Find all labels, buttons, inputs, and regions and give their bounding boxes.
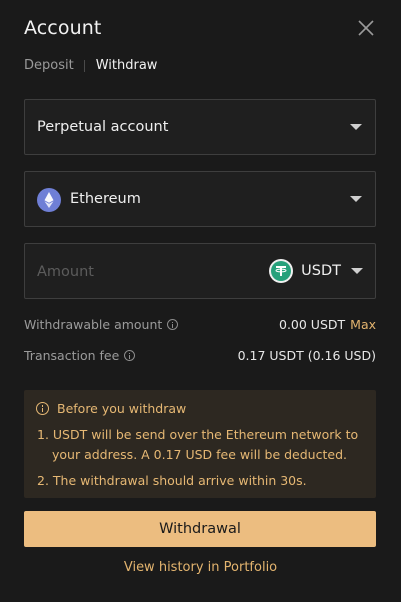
max-button[interactable]: Max	[350, 317, 376, 332]
token-label: USDT	[301, 263, 341, 279]
panel-title: Account	[24, 17, 102, 39]
notice-title: Before you withdraw	[57, 401, 187, 416]
token-select[interactable]: USDT	[269, 259, 363, 283]
amount-input[interactable]	[37, 261, 257, 283]
account-select[interactable]: Perpetual account	[24, 99, 376, 155]
withdrawal-button[interactable]: Withdrawal	[24, 511, 376, 547]
close-icon[interactable]	[354, 16, 378, 40]
withdrawable-label: Withdrawable amount	[24, 317, 163, 332]
tab-divider	[83, 59, 85, 72]
info-icon[interactable]	[167, 319, 179, 330]
withdrawable-value-wrap: 0.00 USDT Max	[279, 317, 376, 332]
network-select[interactable]: Ethereum	[24, 171, 376, 227]
tab-withdraw[interactable]: Withdraw	[96, 58, 158, 73]
withdraw-notice: Before you withdraw 1. USDT will be send…	[24, 390, 376, 498]
withdrawable-value: 0.00 USDT	[279, 317, 346, 332]
notice-line: 2. The withdrawal should arrive within 3…	[37, 473, 307, 488]
notice-header: Before you withdraw	[36, 401, 186, 416]
fee-value: 0.17 USDT (0.16 USD)	[237, 348, 376, 363]
amount-field[interactable]: USDT	[24, 243, 376, 299]
fee-row: Transaction fee 0.17 USDT (0.16 USD)	[24, 348, 376, 363]
account-select-value: Perpetual account	[37, 119, 169, 135]
chevron-down-icon	[350, 196, 362, 202]
network-select-value: Ethereum	[70, 191, 141, 207]
chevron-down-icon	[351, 268, 363, 274]
tab-bar: Deposit Withdraw	[24, 58, 157, 73]
usdt-icon	[269, 259, 294, 283]
chevron-down-icon	[350, 124, 362, 130]
withdrawable-row: Withdrawable amount 0.00 USDT Max	[24, 317, 376, 332]
view-history-link[interactable]: View history in Portfolio	[0, 560, 401, 575]
info-icon[interactable]	[124, 350, 136, 361]
withdraw-panel: Account Deposit Withdraw Perpetual accou…	[0, 0, 401, 602]
info-icon	[36, 402, 49, 415]
fee-label-wrap: Transaction fee	[24, 348, 136, 363]
notice-line: 1. USDT will be send over the Ethereum n…	[37, 427, 359, 442]
notice-line: your address. A 0.17 USD fee will be ded…	[52, 447, 347, 462]
fee-label: Transaction fee	[24, 348, 120, 363]
ethereum-icon	[37, 188, 61, 212]
tab-deposit[interactable]: Deposit	[24, 58, 74, 73]
withdrawable-label-wrap: Withdrawable amount	[24, 317, 179, 332]
